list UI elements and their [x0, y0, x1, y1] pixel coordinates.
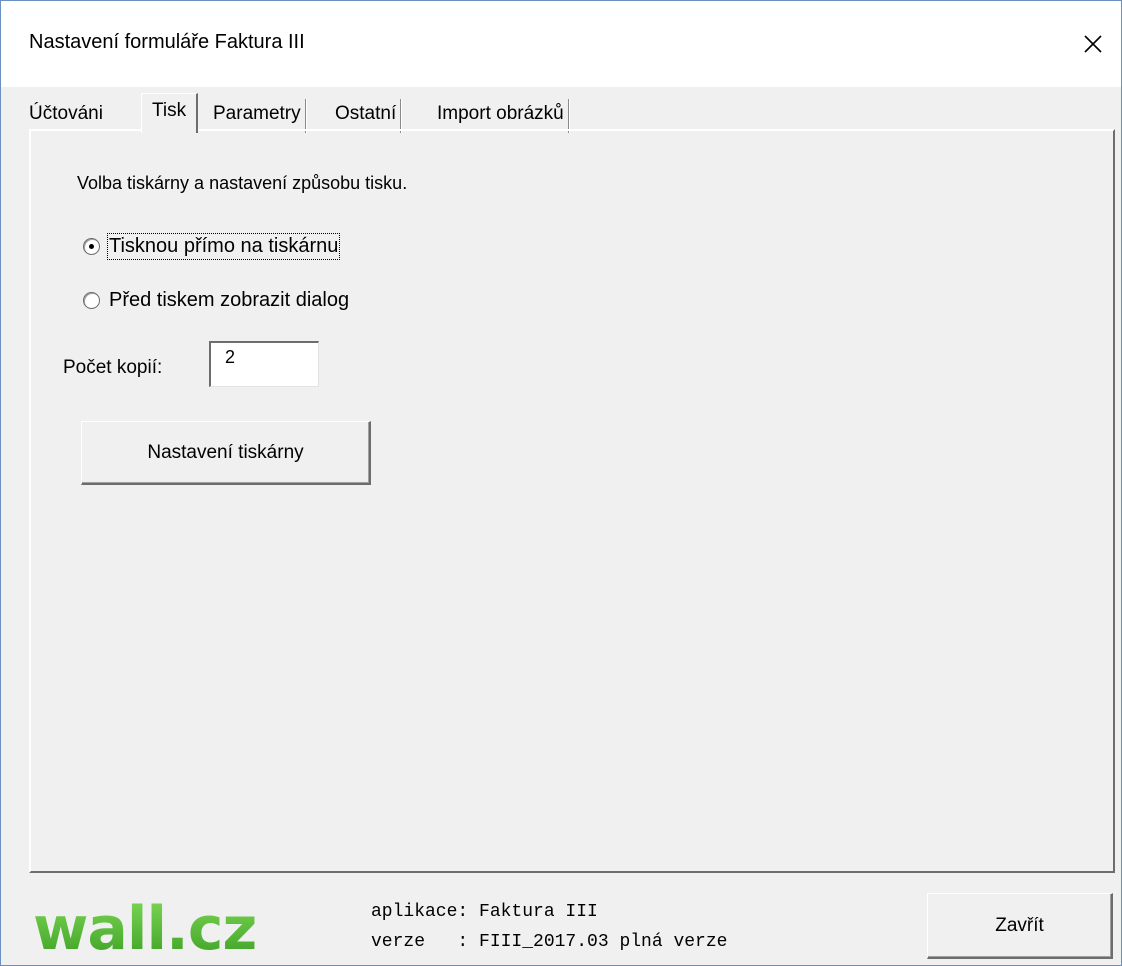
- radio-label: Před tiskem zobrazit dialog: [109, 289, 350, 311]
- tab-uctovani[interactable]: Účtováni: [29, 99, 103, 131]
- app-name-line: aplikace: Faktura III: [371, 902, 598, 922]
- tab-parametry[interactable]: Parametry: [213, 99, 307, 133]
- radio-checked-icon: [83, 238, 100, 255]
- tab-import-obrazku[interactable]: Import obrázků: [437, 99, 570, 133]
- tab-label: Ostatní: [335, 103, 397, 124]
- window-title: Nastavení formuláře Faktura III: [29, 31, 305, 53]
- tab-label: Import obrázků: [437, 103, 564, 124]
- dialog-window: Nastavení formuláře Faktura III Účtováni…: [0, 0, 1122, 966]
- tab-separator: [567, 99, 570, 133]
- tab-panel-tisk: Volba tiskárny a nastavení způsobu tisku…: [29, 129, 1115, 873]
- radio-label: Tisknou přímo na tiskárnu: [106, 233, 341, 260]
- tab-separator: [400, 99, 403, 133]
- printer-settings-button[interactable]: Nastavení tiskárny: [81, 421, 371, 485]
- radio-unchecked-icon: [83, 292, 100, 309]
- close-window-button[interactable]: [1065, 1, 1121, 87]
- tab-tisk[interactable]: Tisk: [141, 93, 199, 133]
- version-line: verze : FIII_2017.03 plná verze: [371, 932, 728, 952]
- copies-input[interactable]: 2: [209, 341, 319, 387]
- tab-separator: [304, 99, 307, 133]
- tab-label: Účtováni: [29, 103, 103, 124]
- close-icon: [1084, 35, 1102, 53]
- logo-text: wall.cz: [33, 894, 256, 959]
- radio-print-direct[interactable]: Tisknou přímo na tiskárnu: [83, 233, 341, 260]
- tab-label: Tisk: [152, 100, 187, 121]
- app-info: aplikace: Faktura III verze : FIII_2017.0…: [371, 897, 727, 957]
- tab-label: Parametry: [213, 103, 301, 124]
- radio-show-dialog[interactable]: Před tiskem zobrazit dialog: [83, 289, 349, 312]
- close-button[interactable]: Zavřít: [927, 893, 1113, 959]
- button-label: Nastavení tiskárny: [147, 441, 304, 463]
- copies-label: Počet kopií:: [63, 357, 163, 378]
- button-label: Zavřít: [995, 914, 1044, 936]
- tab-ostatni[interactable]: Ostatní: [335, 99, 403, 133]
- section-description: Volba tiskárny a nastavení způsobu tisku…: [77, 173, 408, 193]
- title-bar: Nastavení formuláře Faktura III: [1, 1, 1121, 87]
- wall-cz-logo: wall.cz: [33, 894, 257, 959]
